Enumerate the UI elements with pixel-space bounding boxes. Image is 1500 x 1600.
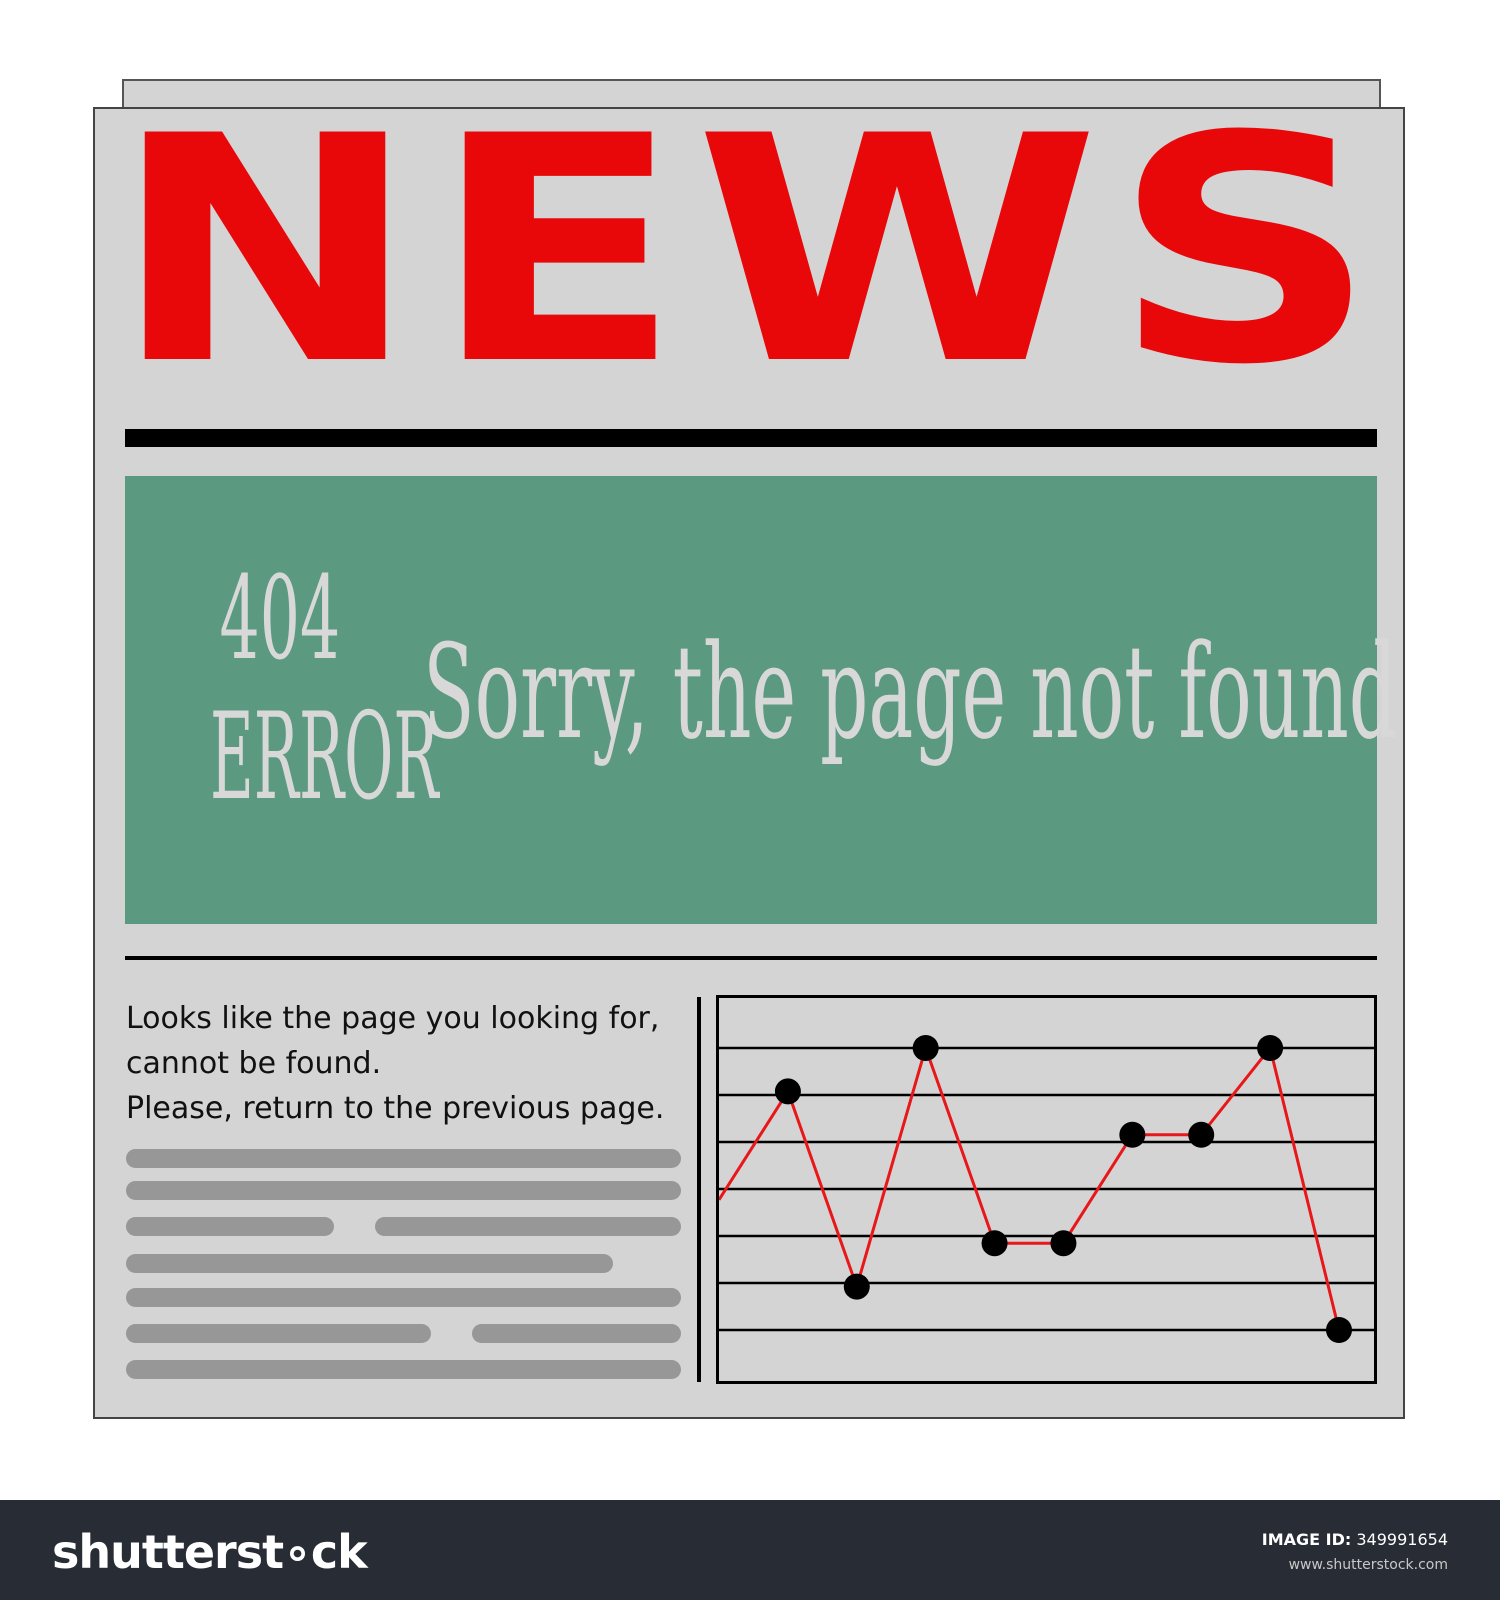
chart-data-point [774, 1078, 801, 1105]
article-text: Looks like the page you looking for, can… [126, 996, 696, 1131]
placeholder-text-line [126, 1217, 334, 1236]
line-chart [716, 995, 1377, 1384]
chart-data-point [981, 1230, 1008, 1257]
chart-data-point [1050, 1230, 1077, 1257]
image-id-value: 349991654 [1356, 1530, 1448, 1549]
article-line-1: Looks like the page you looking for, [126, 1001, 660, 1036]
column-divider [697, 997, 701, 1382]
placeholder-text-line [126, 1149, 681, 1168]
error-word: ERROR [210, 688, 439, 827]
line-chart-plot [719, 1035, 1374, 1343]
brand-logo: shutterst∘ck [52, 1525, 368, 1579]
article-line-2: cannot be found. [126, 1046, 382, 1081]
article-line-3: Please, return to the previous page. [126, 1091, 665, 1126]
chart-data-point [1326, 1317, 1352, 1343]
placeholder-text-line [126, 1360, 681, 1379]
section-divider [125, 956, 1377, 960]
chart-data-point [1257, 1035, 1284, 1061]
placeholder-text-line [472, 1324, 681, 1343]
masthead-divider [125, 429, 1377, 447]
site-url: www.shutterstock.com [1288, 1557, 1448, 1573]
image-id-label: IMAGE ID: [1261, 1530, 1352, 1549]
placeholder-text-line [375, 1217, 681, 1236]
image-id-line: IMAGE ID: 349991654 [1262, 1530, 1448, 1550]
chart-data-point [1188, 1121, 1215, 1148]
placeholder-text-line [126, 1288, 681, 1307]
chart-data-point [912, 1035, 939, 1061]
placeholder-text-line [126, 1254, 613, 1273]
placeholder-text-line [126, 1181, 681, 1200]
footer-bar: shutterst∘ck IMAGE ID: 349991654 www.shu… [0, 1500, 1500, 1600]
chart-data-point [1119, 1121, 1146, 1148]
chart-data-point [843, 1273, 870, 1300]
error-code: 404 [219, 552, 341, 686]
error-headline: Sorry, the page not found [423, 616, 1398, 768]
placeholder-text-line [126, 1324, 431, 1343]
masthead-title: NEWS [110, 69, 1390, 433]
